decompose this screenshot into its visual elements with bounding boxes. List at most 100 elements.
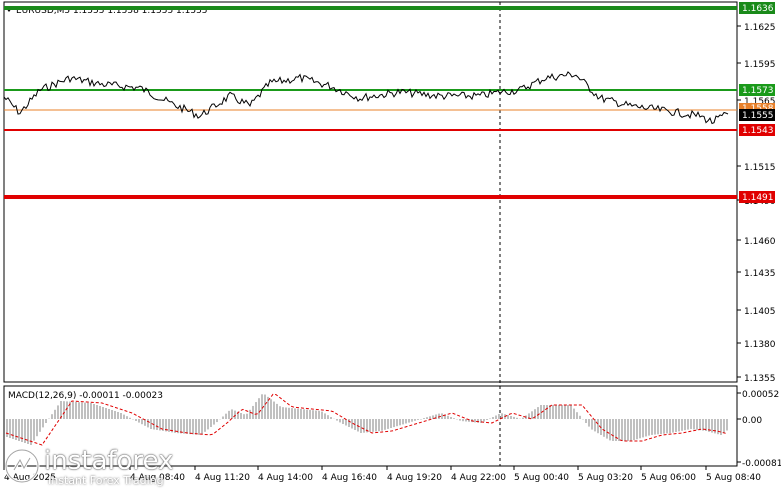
macd-bar	[474, 419, 476, 422]
macd-bar	[264, 395, 266, 419]
macd-bar	[84, 403, 86, 419]
macd-bar	[180, 419, 182, 433]
macd-bar	[96, 405, 98, 419]
macd-bar	[63, 401, 65, 419]
macd-bar	[285, 408, 287, 420]
macd-bar	[168, 419, 170, 432]
macd-bar	[684, 419, 686, 430]
macd-bar	[102, 407, 104, 419]
macd-bar	[639, 419, 641, 438]
macd-bar	[369, 419, 371, 432]
macd-bar	[57, 405, 59, 419]
macd-bar	[666, 419, 668, 433]
macd-bar	[711, 419, 713, 433]
macd-bar	[147, 419, 149, 427]
macd-bar	[330, 417, 332, 419]
macd-bar	[576, 412, 578, 419]
macd-bar	[687, 419, 689, 430]
macd-bar	[360, 419, 362, 433]
macd-bar	[9, 419, 11, 438]
macd-bar	[414, 419, 416, 421]
macd-bar	[192, 419, 194, 434]
macd-bar	[675, 419, 677, 432]
macd-bar	[126, 416, 128, 419]
macd-bar	[111, 410, 113, 419]
macd-bar	[663, 419, 665, 434]
macd-bar	[696, 419, 698, 430]
macd-bar	[408, 419, 410, 423]
instaforex-logo-icon	[4, 448, 40, 484]
macd-bar	[33, 419, 35, 441]
macd-bar	[72, 402, 74, 419]
macd-bar	[75, 402, 77, 419]
macd-bar	[231, 409, 233, 419]
macd-bar	[588, 419, 590, 427]
macd-bar	[459, 419, 461, 421]
macd-bar	[129, 418, 131, 419]
time-tick-label: 5 Aug 06:00	[641, 473, 696, 483]
macd-bar	[336, 419, 338, 421]
price-tick-label: 1.1405	[744, 307, 776, 317]
macd-bar	[258, 398, 260, 419]
macd-bar	[546, 405, 548, 419]
macd-bar	[276, 404, 278, 419]
macd-bar	[381, 419, 383, 431]
macd-bar	[108, 409, 110, 419]
macd-bar	[39, 419, 41, 432]
time-tick-label: 4 Aug 19:20	[387, 473, 442, 483]
macd-bar	[240, 413, 242, 419]
macd-bar	[270, 399, 272, 419]
macd-bar	[291, 408, 293, 419]
macd-bar	[621, 419, 623, 441]
macd-bar	[78, 402, 80, 419]
macd-bar	[81, 402, 83, 419]
macd-bar	[114, 411, 116, 419]
price-panel[interactable]	[4, 2, 737, 382]
watermark-tagline: Instant Forex Trading	[48, 474, 164, 487]
level-label-1491-text: 1.1491	[742, 193, 774, 203]
macd-bar	[543, 405, 545, 419]
macd-bar	[372, 419, 374, 432]
macd-bar	[660, 419, 662, 434]
macd-bar	[486, 419, 488, 420]
macd-tick-zero: 0.00	[742, 416, 762, 426]
macd-bar	[450, 417, 452, 419]
macd-bar	[18, 419, 20, 441]
macd-bar	[297, 409, 299, 419]
level-label-1573-text: 1.1573	[742, 86, 774, 96]
macd-bar	[195, 419, 197, 435]
macd-bar	[363, 419, 365, 433]
macd-bar	[594, 419, 596, 431]
macd-bar	[207, 419, 209, 429]
macd-bar	[315, 411, 317, 420]
level-label-1543-text: 1.1543	[742, 126, 774, 136]
macd-bar	[627, 419, 629, 441]
macd-bar	[213, 419, 215, 425]
macd-bar	[120, 413, 122, 419]
price-tick-label: 1.1595	[744, 60, 776, 70]
current-price-text: 1.1555	[742, 111, 774, 121]
macd-bar	[294, 408, 296, 419]
macd-bar	[327, 415, 329, 419]
macd-bar	[417, 419, 419, 420]
price-axis: 1.16251.15951.15651.15151.14901.14601.14…	[737, 23, 776, 384]
macd-bar	[570, 405, 572, 419]
macd-bar	[309, 410, 311, 419]
macd-bar	[312, 410, 314, 419]
time-tick-label: 4 Aug 14:00	[258, 473, 313, 483]
macd-bar	[45, 419, 47, 423]
macd-bar	[678, 419, 680, 431]
level-label-1543: 1.1543	[739, 124, 775, 136]
time-tick-label: 5 Aug 00:40	[514, 473, 569, 483]
time-tick-label: 4 Aug 16:40	[322, 473, 377, 483]
macd-bar	[375, 419, 377, 432]
macd-bar	[54, 410, 56, 419]
macd-bar	[42, 419, 44, 427]
price-tick-label: 1.1435	[744, 269, 776, 279]
macd-bar	[186, 419, 188, 434]
macd-bar	[699, 419, 701, 430]
macd-bar	[411, 419, 413, 422]
macd-bar	[561, 405, 563, 419]
trading-chart[interactable]: EURUSD,M5 1.1555 1.1558 1.1555 1.1555 1.…	[0, 0, 781, 489]
macd-bar	[429, 416, 431, 419]
